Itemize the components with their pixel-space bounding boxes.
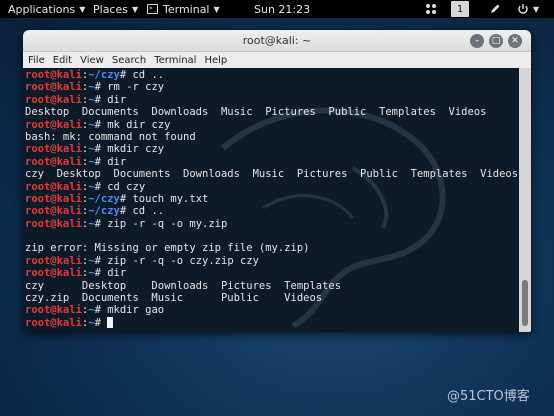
- prompt-user: root@kali: [25, 155, 82, 168]
- command-text: # touch my.txt: [119, 192, 209, 205]
- prompt-line: root@kali:~# dir: [25, 94, 518, 106]
- applications-label: Applications: [8, 2, 76, 16]
- prompt-path: ~/czy: [88, 192, 120, 205]
- prompt-line: root@kali:~# zip -r -q -o czy.zip czy: [25, 255, 518, 267]
- prompt-line: root@kali:~# dir: [25, 267, 518, 279]
- prompt-user: root@kali: [25, 267, 82, 280]
- prompt-line: root@kali:~/czy# cd ..: [25, 205, 518, 217]
- prompt-user: root@kali: [25, 93, 82, 106]
- terminal-app-label: Terminal: [163, 2, 210, 16]
- command-text: # cd ..: [119, 69, 165, 81]
- prompt-user: root@kali: [25, 205, 82, 218]
- prompt-user: root@kali: [25, 143, 82, 156]
- chevron-down-icon: ▼: [533, 4, 540, 14]
- prompt-line: root@kali:~# zip -r -q -o my.zip: [25, 218, 518, 230]
- scrollbar-thumb[interactable]: [522, 280, 528, 326]
- prompt-user: root@kali: [25, 304, 82, 317]
- command-text: # mk dir czy: [94, 118, 171, 131]
- minimize-button[interactable]: –: [470, 34, 484, 48]
- terminal-icon: >_: [147, 4, 158, 14]
- command-text: # rm -r czy: [94, 81, 165, 94]
- menu-search[interactable]: Search: [112, 55, 146, 66]
- text-cursor: [107, 316, 114, 328]
- output-line: bash: mk: command not found: [25, 131, 518, 143]
- prompt-line: root@kali:~/czy# cd ..: [25, 69, 518, 81]
- output-line: czy Desktop Documents Downloads Music Pi…: [25, 168, 518, 180]
- prompt-user: root@kali: [25, 180, 82, 193]
- output-line: czy Desktop Downloads Pictures Templates: [25, 280, 518, 292]
- prompt-line: root@kali:~/czy# touch my.txt: [25, 193, 518, 205]
- command-text: # cd ..: [119, 205, 165, 218]
- applications-menu[interactable]: Applications ▼: [8, 0, 85, 18]
- chevron-down-icon: ▼: [79, 4, 86, 14]
- pen-icon[interactable]: [489, 3, 501, 15]
- output-text: czy Desktop Documents Downloads Music Pi…: [25, 168, 519, 181]
- terminal-output[interactable]: root@kali:~/czy# cd .. root@kali:~# rm -r…: [23, 68, 519, 332]
- prompt-line: root@kali:~# cd czy: [25, 181, 518, 193]
- menu-view[interactable]: View: [80, 55, 104, 66]
- output-text: bash: mk: command not found: [25, 130, 196, 143]
- terminal-window: root@kali: ~ – □ ✕ File Edit View Search…: [23, 30, 531, 332]
- menu-file[interactable]: File: [28, 55, 45, 66]
- power-icon: [518, 4, 528, 14]
- output-text: Desktop Documents Downloads Music Pictur…: [25, 106, 487, 119]
- output-line: zip error: Missing or empty zip file (my…: [25, 242, 518, 254]
- terminal-lines: root@kali:~/czy# cd .. root@kali:~# rm -r…: [25, 69, 518, 329]
- site-credit: @51CTO博客: [447, 389, 530, 404]
- places-menu[interactable]: Places ▼: [93, 0, 138, 18]
- command-text: # dir: [94, 267, 127, 280]
- prompt-path: ~/czy: [88, 69, 120, 81]
- output-text: czy.zip Documents Music Public Videos: [25, 292, 323, 305]
- prompt-user: root@kali: [25, 81, 82, 94]
- chevron-down-icon: ▼: [131, 4, 139, 14]
- prompt-user: root@kali: [25, 217, 82, 230]
- apps-icon[interactable]: [425, 3, 437, 15]
- prompt-line: root@kali:~# dir: [25, 156, 518, 168]
- clock[interactable]: Sun 21:23: [254, 0, 310, 18]
- menubar: File Edit View Search Terminal Help: [23, 52, 531, 68]
- maximize-button[interactable]: □: [489, 34, 503, 48]
- prompt-line: root@kali:~# mkdir gao: [25, 304, 518, 316]
- window-title: root@kali: ~: [242, 34, 312, 47]
- prompt-line: root@kali:~#: [25, 316, 518, 329]
- command-text: #: [94, 316, 108, 329]
- command-text: # dir: [94, 155, 127, 168]
- command-text: # dir: [94, 93, 127, 106]
- output-line: Desktop Documents Downloads Music Pictur…: [25, 106, 518, 118]
- prompt-user: root@kali: [25, 316, 82, 329]
- terminal-app-menu[interactable]: >_ Terminal ▼: [147, 0, 220, 18]
- command-text: # zip -r -q -o my.zip: [94, 217, 228, 230]
- top-panel: Applications ▼ Places ▼ >_ Terminal ▼ Su…: [0, 0, 554, 18]
- places-label: Places: [93, 2, 128, 16]
- window-titlebar[interactable]: root@kali: ~ – □ ✕: [23, 30, 531, 52]
- menu-help[interactable]: Help: [204, 55, 227, 66]
- command-text: # cd czy: [94, 180, 146, 193]
- menu-terminal[interactable]: Terminal: [154, 55, 196, 66]
- output-text: czy Desktop Downloads Pictures Templates: [25, 279, 342, 292]
- close-button[interactable]: ✕: [508, 34, 522, 48]
- prompt-user: root@kali: [25, 254, 82, 267]
- command-text: # mkdir gao: [94, 304, 165, 317]
- prompt-user: root@kali: [25, 69, 82, 81]
- prompt-line: root@kali:~# mkdir czy: [25, 143, 518, 155]
- terminal-scrollbar[interactable]: [519, 68, 531, 332]
- prompt-line: root@kali:~# mk dir czy: [25, 119, 518, 131]
- prompt-user: root@kali: [25, 192, 82, 205]
- prompt-user: root@kali: [25, 118, 82, 131]
- command-text: # zip -r -q -o czy.zip czy: [94, 254, 259, 267]
- workspace-indicator[interactable]: 1: [451, 1, 469, 17]
- prompt-line: root@kali:~# rm -r czy: [25, 81, 518, 93]
- chevron-down-icon: ▼: [213, 4, 220, 14]
- prompt-path: ~/czy: [88, 205, 120, 218]
- command-text: # mkdir czy: [94, 143, 165, 156]
- system-menu[interactable]: ▼: [517, 2, 539, 16]
- menu-edit[interactable]: Edit: [53, 55, 72, 66]
- output-text: zip error: Missing or empty zip file (my…: [25, 242, 310, 255]
- output-line: czy.zip Documents Music Public Videos: [25, 292, 518, 304]
